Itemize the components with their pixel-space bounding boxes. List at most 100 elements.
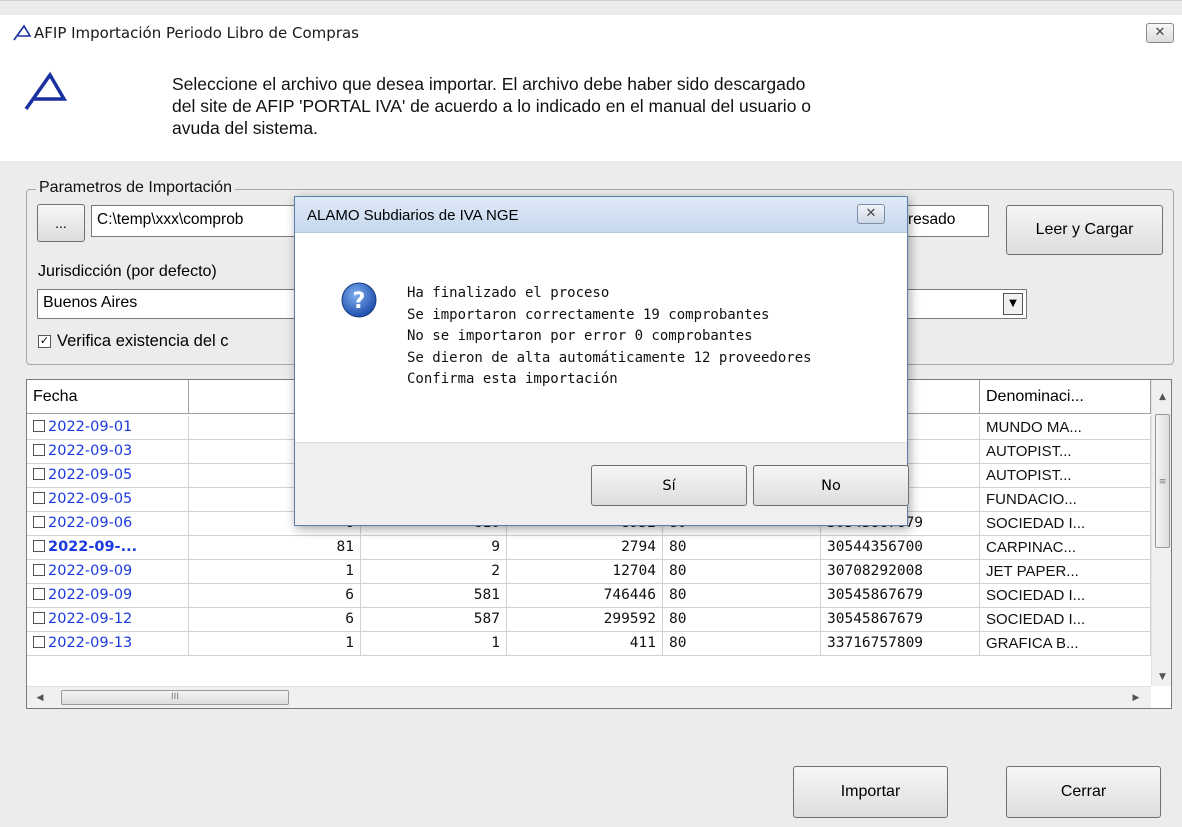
table-cell-fecha[interactable]: 2022-09-06 [27,512,189,536]
table-cell-c2: 587 [361,608,507,632]
jurisdiccion-select[interactable]: Buenos Aires [37,289,300,319]
dialog-close-icon[interactable]: ✕ [857,204,885,224]
row-date: 2022-09-13 [48,635,133,651]
row-date: 2022-09-09 [48,587,133,603]
table-cell-c4: 80 [663,560,821,584]
question-icon: ? [341,282,377,318]
table-row[interactable]: 2022-09-... 81 9 2794 80 30544356700 CARPINAC.… [27,536,1151,560]
dialog-title-bar: ALAMO Subdiarios de IVA NGE ✕ [295,197,907,233]
message-line: Confirma esta importación [407,371,618,387]
afip-logo-icon [13,24,32,41]
row-checkbox[interactable] [33,564,45,576]
table-cell-c2: 581 [361,584,507,608]
table-cell-c6: SOCIEDAD I... [980,512,1151,536]
header-area: Seleccione el archivo que desea importar… [0,49,1182,161]
table-cell-fecha[interactable]: 2022-09-09 [27,560,189,584]
row-checkbox[interactable] [33,516,45,528]
table-row[interactable]: 2022-09-12 6 587 299592 80 30545867679 SOCIEDA… [27,608,1151,632]
table-cell-c1: 1 [189,560,361,584]
confirm-dialog: ALAMO Subdiarios de IVA NGE ✕ ? Ha final… [294,196,909,526]
row-date: 2022-09-05 [48,491,133,507]
message-line: No se importaron por error 0 comprobante… [407,328,753,344]
table-cell-fecha[interactable]: 2022-09-13 [27,632,189,656]
browse-file-button[interactable]: ... [37,204,85,242]
horizontal-scrollbar[interactable]: ◀ III ▶ [27,686,1151,708]
table-cell-c6: GRAFICA B... [980,632,1151,656]
table-row[interactable]: 2022-09-13 1 1 411 80 33716757809 GRAFICA B... [27,632,1151,656]
ingresado-field[interactable]: resado [905,205,989,237]
title-bar: AFIP Importación Periodo Libro de Compra… [0,15,1182,49]
window-close-icon[interactable]: ✕ [1146,23,1174,43]
verifica-checkbox[interactable]: ✓ [38,335,51,348]
yes-button[interactable]: Sí [591,465,747,506]
horizontal-scroll-thumb[interactable]: III [61,690,289,705]
row-checkbox[interactable] [33,540,45,552]
row-date: 2022-09-12 [48,611,133,627]
column-header-denominacion[interactable]: Denominaci... [980,380,1151,414]
message-line: Se importaron correctamente 19 comproban… [407,306,770,323]
table-cell-c2: 1 [361,632,507,656]
row-checkbox[interactable] [33,636,45,648]
row-checkbox[interactable] [33,612,45,624]
row-checkbox[interactable] [33,492,45,504]
vertical-scroll-thumb[interactable]: ≡ [1155,414,1170,548]
table-cell-c5: 33716757809 [821,632,980,656]
afip-large-logo-icon [24,71,68,111]
import-params-legend: Parametros de Importación [36,179,235,197]
table-cell-c6: SOCIEDAD I... [980,608,1151,632]
scroll-right-icon[interactable]: ▶ [1127,687,1145,708]
secondary-select[interactable]: ▼ [905,289,1027,319]
dialog-title: ALAMO Subdiarios de IVA NGE [307,207,519,224]
table-cell-c1: 6 [189,584,361,608]
scroll-up-icon[interactable]: ▲ [1152,388,1171,406]
table-cell-c2: 2 [361,560,507,584]
row-checkbox[interactable] [33,588,45,600]
row-date: 2022-09-06 [48,515,133,531]
svg-text:?: ? [353,289,366,314]
row-checkbox[interactable] [33,444,45,456]
jurisdiccion-label: Jurisdicción (por defecto) [38,263,217,280]
column-header-fecha[interactable]: Fecha [27,380,189,414]
verifica-label: Verifica existencia del c [57,332,229,350]
verifica-checkbox-row[interactable]: ✓ Verifica existencia del c [38,332,229,351]
file-path-input[interactable]: C:\temp\xxx\comprob [91,205,299,237]
table-row[interactable]: 2022-09-09 1 2 12704 80 30708292008 JET PAPER.… [27,560,1151,584]
table-cell-fecha[interactable]: 2022-09-05 [27,488,189,512]
vertical-scrollbar[interactable]: ▲ ≡ ▼ [1151,380,1171,686]
table-cell-c5: 30545867679 [821,608,980,632]
table-cell-c5: 30708292008 [821,560,980,584]
scroll-left-icon[interactable]: ◀ [31,687,49,708]
table-cell-fecha[interactable]: 2022-09-01 [27,416,189,440]
table-cell-fecha[interactable]: 2022-09-... [27,536,189,560]
table-row[interactable]: 2022-09-09 6 581 746446 80 30545867679 SOCIEDA… [27,584,1151,608]
table-cell-c4: 80 [663,608,821,632]
row-date: 2022-09-01 [48,419,133,435]
table-cell-c3: 299592 [507,608,663,632]
importar-button[interactable]: Importar [793,766,948,818]
table-cell-c1: 1 [189,632,361,656]
table-cell-fecha[interactable]: 2022-09-12 [27,608,189,632]
table-cell-c6: FUNDACIO... [980,488,1151,512]
table-cell-c6: SOCIEDAD I... [980,584,1151,608]
table-cell-c6: AUTOPIST... [980,464,1151,488]
row-checkbox[interactable] [33,468,45,480]
message-line: Ha finalizado el proceso [407,285,610,301]
table-cell-fecha[interactable]: 2022-09-05 [27,464,189,488]
table-cell-fecha[interactable]: 2022-09-09 [27,584,189,608]
row-date: 2022-09-05 [48,467,133,483]
scroll-down-icon[interactable]: ▼ [1152,668,1171,686]
window-title: AFIP Importación Periodo Libro de Compra… [34,24,359,42]
cerrar-button[interactable]: Cerrar [1006,766,1161,818]
table-cell-fecha[interactable]: 2022-09-03 [27,440,189,464]
dialog-body: ? Ha finalizado el proceso Se importaron… [295,233,907,442]
leer-y-cargar-button[interactable]: Leer y Cargar [1006,205,1163,255]
table-cell-c6: MUNDO MA... [980,416,1151,440]
table-cell-c3: 411 [507,632,663,656]
table-cell-c3: 746446 [507,584,663,608]
message-line: Se dieron de alta automáticamente 12 pro… [407,349,812,366]
row-date: 2022-09-... [48,539,138,555]
no-button[interactable]: No [753,465,909,506]
table-cell-c6: JET PAPER... [980,560,1151,584]
row-checkbox[interactable] [33,420,45,432]
chevron-down-icon[interactable]: ▼ [1003,293,1023,315]
